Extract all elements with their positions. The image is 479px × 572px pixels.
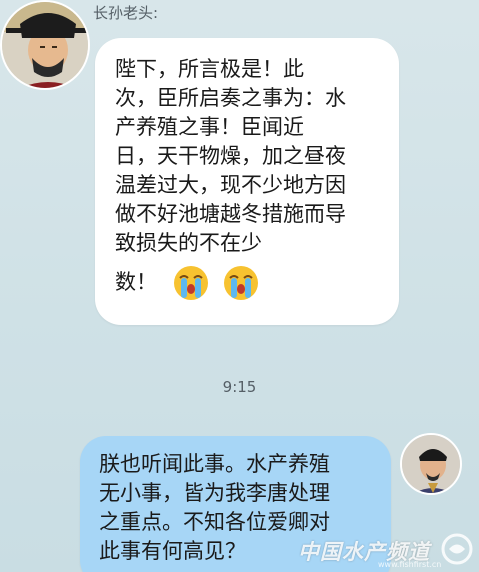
incoming-message-tail-text: 数！ xyxy=(115,269,157,294)
sender-avatar[interactable] xyxy=(0,0,90,90)
incoming-message-tail: 数！ xyxy=(115,262,389,302)
sender-name: 长孙老头: xyxy=(93,4,159,22)
watermark-logo-icon xyxy=(441,533,473,565)
official-portrait-icon xyxy=(2,2,88,88)
watermark-url: www.fishfirst.cn xyxy=(378,560,442,569)
message-timestamp: 9:15 xyxy=(222,378,257,396)
crying-face-emoji-icon xyxy=(224,266,258,300)
incoming-message-bubble[interactable]: 陛下，所言极是！此 次，臣所启奏之事为：水 产养殖之事！臣闻近 日，天干物燥，加… xyxy=(95,38,399,325)
self-avatar[interactable] xyxy=(400,433,462,495)
crying-face-emoji-icon xyxy=(174,266,208,300)
incoming-message-text: 陛下，所言极是！此 次，臣所启奏之事为：水 产养殖之事！臣闻近 日，天干物燥，加… xyxy=(115,57,346,255)
emperor-portrait-icon xyxy=(402,435,460,493)
